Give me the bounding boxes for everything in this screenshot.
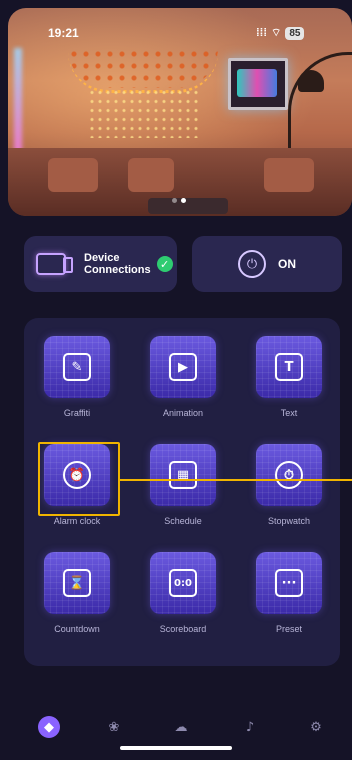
feature-tile-text[interactable]: T: [256, 336, 322, 398]
signal-icon: ⁞⁞⁞: [256, 27, 267, 39]
device-label-line1: Device: [84, 252, 120, 264]
feature-label: Schedule: [164, 516, 202, 526]
alarm-clock-highlight: [38, 442, 120, 516]
nav-music-icon[interactable]: ♪: [239, 716, 261, 738]
carousel-indicator: [172, 198, 186, 203]
calendar-icon: ▦: [169, 461, 197, 489]
carousel-dot[interactable]: [172, 198, 177, 203]
feature-tile-preset[interactable]: ···: [256, 552, 322, 614]
power-button[interactable]: ⏻ ON: [192, 236, 342, 292]
hourglass-icon: ⌛: [63, 569, 91, 597]
nav-flower-icon[interactable]: ❀: [103, 716, 125, 738]
nav-cloud-icon[interactable]: ☁: [170, 716, 192, 738]
battery-icon: 85: [285, 26, 305, 40]
fairy-lights: [88, 88, 198, 138]
status-icons: ⁞⁞⁞ ⌔ 85: [256, 26, 305, 40]
feature-tile-countdown[interactable]: ⌛: [44, 552, 110, 614]
garland-lights: [68, 52, 218, 93]
feature-tile-schedule[interactable]: ▦: [150, 444, 216, 506]
feature-label: Animation: [162, 408, 204, 418]
stopwatch-icon: ⏱: [275, 461, 303, 489]
coffee-table: [148, 198, 228, 214]
status-time: 19:21: [48, 26, 79, 40]
nav-settings-icon[interactable]: ⚙: [305, 716, 327, 738]
cushion: [48, 158, 98, 192]
lamp-shade: [298, 70, 324, 92]
check-icon: ✓: [156, 256, 173, 272]
wifi-icon: ⌔: [271, 27, 282, 39]
feature-tile-graffiti[interactable]: ✎: [44, 336, 110, 398]
message-icon: ···: [275, 569, 303, 597]
pixel-display-screen: [237, 69, 277, 97]
feature-label: Countdown: [54, 624, 100, 634]
feature-label: Stopwatch: [267, 516, 311, 526]
device-icon: [36, 253, 73, 275]
device-connections-label: Device Connections: [84, 252, 151, 276]
pixel-display-frame: [228, 58, 288, 110]
bottom-nav: ◆ ❀ ☁ ♪ ⚙: [0, 700, 352, 760]
palette-icon: ✎: [63, 353, 91, 381]
feature-tile-scoreboard[interactable]: 0:0: [150, 552, 216, 614]
cushion: [264, 158, 314, 192]
feature-tile-stopwatch[interactable]: ⏱: [256, 444, 322, 506]
carousel-dot-active[interactable]: [181, 198, 186, 203]
nav-compass-icon[interactable]: ◆: [38, 716, 60, 738]
feature-label: Text: [280, 408, 298, 418]
device-label-line2: Connections: [84, 264, 151, 276]
power-icon: ⏻: [238, 250, 266, 278]
home-indicator: [120, 746, 232, 750]
text-icon: T: [275, 353, 303, 381]
feature-label: Alarm clock: [53, 516, 101, 526]
cushion: [128, 158, 174, 192]
feature-label: Graffiti: [63, 408, 91, 418]
feature-tile-animation[interactable]: ▶: [150, 336, 216, 398]
device-connections-button[interactable]: Device Connections ✓: [24, 236, 177, 292]
feature-label: Preset: [275, 624, 302, 634]
scoreboard-icon: 0:0: [169, 569, 197, 597]
feature-label: Scoreboard: [159, 624, 207, 634]
highlight-callout-line: [120, 479, 352, 481]
power-label: ON: [278, 257, 296, 271]
camera-icon: ▶: [169, 353, 197, 381]
